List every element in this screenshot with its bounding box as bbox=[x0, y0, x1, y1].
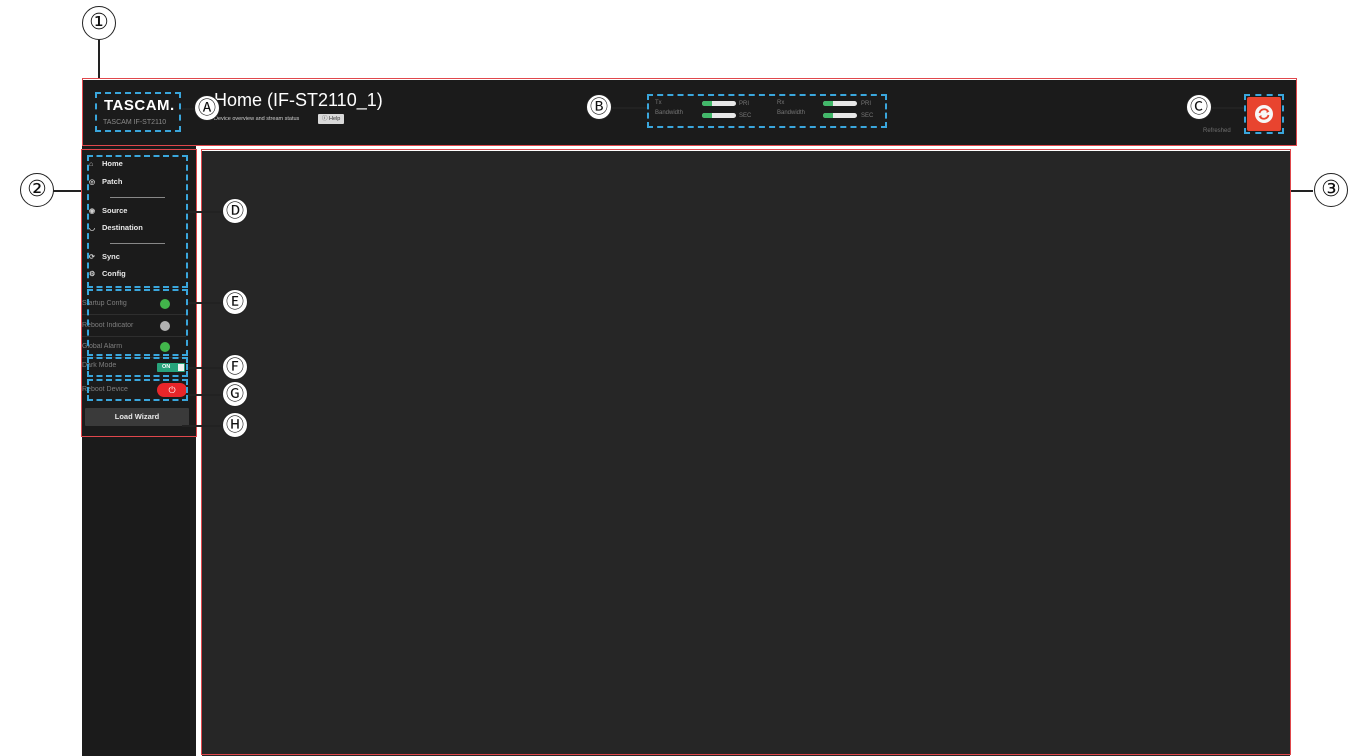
callout-frame-main bbox=[201, 149, 1291, 755]
callout-frame-c bbox=[1244, 94, 1284, 134]
callout-g: Ⓖ bbox=[222, 381, 248, 407]
callout-e: Ⓔ bbox=[222, 289, 248, 315]
callout-frame-b bbox=[647, 94, 887, 128]
leader-line bbox=[612, 107, 647, 109]
callout-f: Ⓕ bbox=[222, 354, 248, 380]
callout-2: ② bbox=[20, 173, 54, 207]
leader-line bbox=[1212, 107, 1244, 109]
callout-1: ① bbox=[82, 6, 116, 40]
leader-line bbox=[188, 211, 222, 213]
callout-frame-a bbox=[95, 92, 181, 132]
leader-line bbox=[188, 367, 222, 369]
callout-frame-f bbox=[87, 357, 188, 377]
leader-line bbox=[188, 394, 222, 396]
leader-line bbox=[53, 190, 81, 192]
callout-frame-e bbox=[87, 289, 188, 356]
leader-line bbox=[188, 302, 222, 304]
callout-frame-d bbox=[87, 155, 188, 288]
leader-line bbox=[182, 108, 194, 110]
leader-line bbox=[1291, 190, 1313, 192]
callout-3: ③ bbox=[1314, 173, 1348, 207]
callout-d: Ⓓ bbox=[222, 198, 248, 224]
callout-c: Ⓒ bbox=[1186, 94, 1212, 120]
callout-frame-g bbox=[87, 379, 188, 401]
callout-b: Ⓑ bbox=[586, 94, 612, 120]
leader-line bbox=[182, 425, 222, 427]
callout-a: Ⓐ bbox=[194, 95, 220, 121]
leader-line bbox=[98, 40, 100, 78]
callout-h: Ⓗ bbox=[222, 412, 248, 438]
